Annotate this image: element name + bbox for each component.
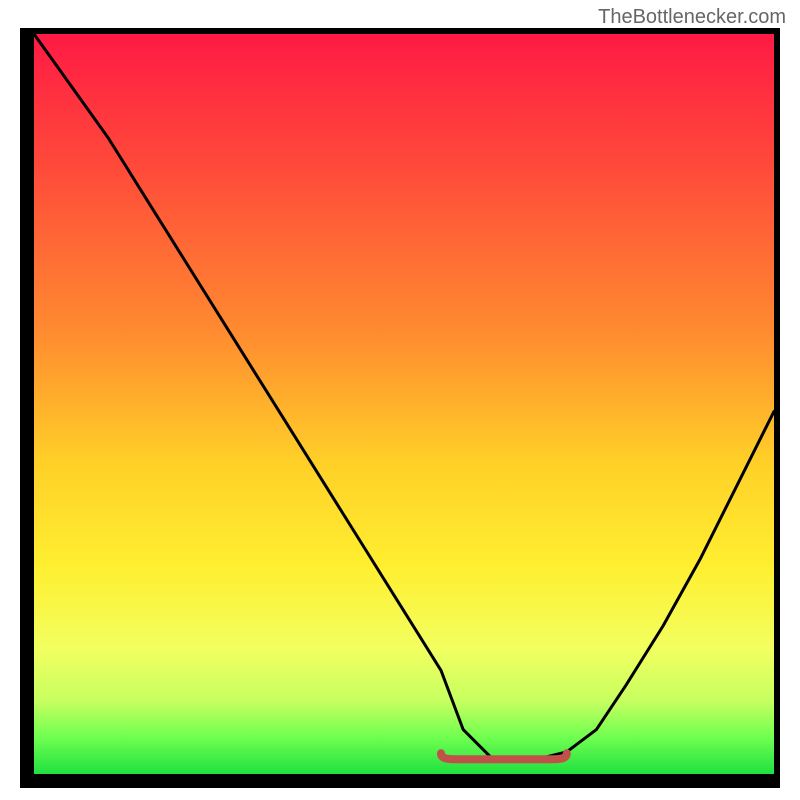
plot-area	[34, 34, 774, 774]
bottleneck-curve	[34, 34, 774, 759]
plot-frame	[20, 28, 780, 788]
bottleneck-curve-svg	[34, 34, 774, 774]
attribution-label: TheBottlenecker.com	[598, 6, 786, 29]
optimum-marker	[441, 753, 567, 759]
chart-canvas: TheBottlenecker.com	[0, 0, 800, 800]
